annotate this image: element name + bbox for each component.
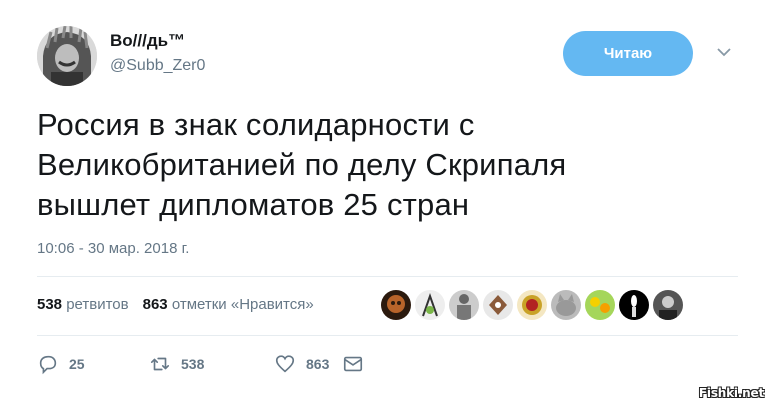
tweet-actions: 25 538 863 [37,353,364,375]
retweets-stat[interactable]: 538 ретвитов [37,296,129,313]
watermark: Fishki.net [698,386,764,400]
follow-button[interactable]: Читаю [563,31,693,76]
portrait-avatar[interactable] [653,290,683,320]
tweet-line: вышлет дипломатов 25 стран [37,187,470,222]
reply-count: 25 [69,356,85,372]
reply-icon [39,355,57,375]
emblem-avatar[interactable] [483,290,513,320]
envelope-icon [343,356,363,372]
author-handle[interactable]: @Subb_Zer0 [110,57,205,75]
retweet-button[interactable]: 538 [149,353,274,375]
cat-avatar[interactable] [551,290,581,320]
direct-message-button[interactable] [342,353,364,375]
statue-avatar[interactable] [449,290,479,320]
likes-stat[interactable]: 863 отметки «Нравится» [143,296,314,313]
like-button[interactable]: 863 [274,353,342,375]
skull-avatar[interactable] [381,290,411,320]
tweet-text: Россия в знак солидарности с Великобрита… [37,105,727,225]
tweet-line: Великобританией по делу Скрипаля [37,147,567,182]
like-count: 863 [306,356,330,372]
reply-button[interactable]: 25 [37,353,149,375]
candle-avatar[interactable] [619,290,649,320]
ussr-emblem-avatar[interactable] [517,290,547,320]
tweet-stats: 538 ретвитов 863 отметки «Нравится» [37,296,314,313]
divider [37,276,738,277]
likers-avatars [381,290,683,320]
author-avatar[interactable] [37,26,97,86]
retweet-icon [150,357,170,371]
tweet-timestamp[interactable]: 10:06 - 30 мар. 2018 г. [37,240,189,257]
retweet-count: 538 [181,356,205,372]
figure-avatar[interactable] [415,290,445,320]
chevron-down-icon[interactable] [717,45,731,59]
tweet-line: Россия в знак солидарности с [37,107,475,142]
flowers-avatar[interactable] [585,290,615,320]
author-name[interactable]: Во///дь™ [110,31,185,51]
heart-icon [275,355,295,373]
divider [37,335,738,336]
